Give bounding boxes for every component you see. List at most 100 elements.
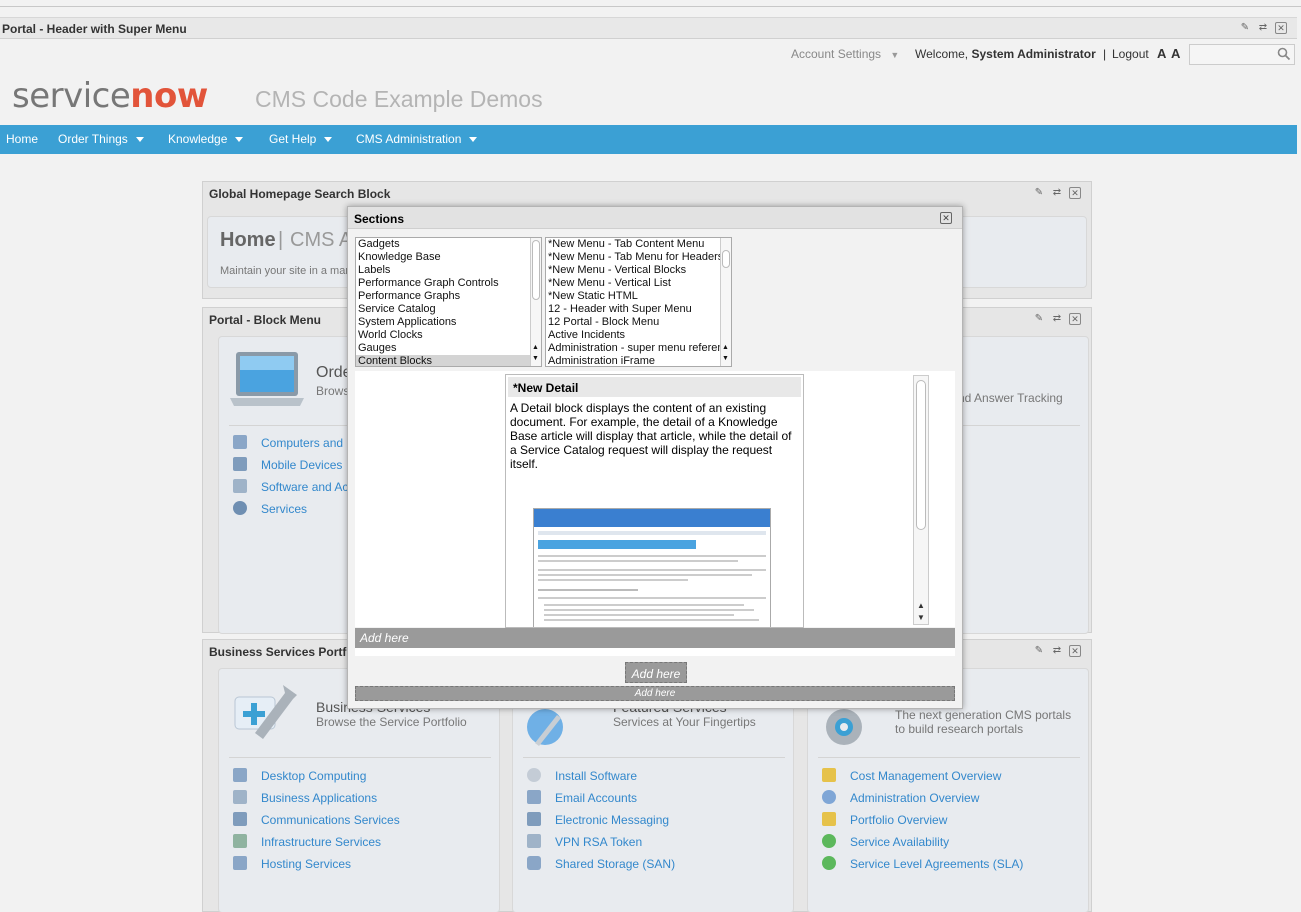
computer-icon bbox=[233, 435, 247, 449]
chevron-down-icon bbox=[324, 137, 333, 143]
chevron-down-icon bbox=[469, 137, 478, 143]
link-install-software[interactable]: Install Software bbox=[555, 769, 637, 783]
list-item[interactable]: 12 Portal - Block Menu bbox=[546, 316, 731, 329]
list-item[interactable]: Administration - super menu reference bbox=[546, 342, 731, 355]
list-item[interactable]: Knowledge Base bbox=[356, 251, 541, 264]
account-settings-menu[interactable]: Account Settings ▼ bbox=[791, 47, 899, 61]
add-here-button[interactable]: Add here bbox=[625, 662, 687, 683]
search-input[interactable] bbox=[1190, 45, 1278, 64]
scroll-down-icon[interactable]: ▼ bbox=[722, 352, 729, 365]
link-electronic-messaging[interactable]: Electronic Messaging bbox=[555, 813, 669, 827]
preview-line bbox=[538, 579, 688, 581]
preview-line bbox=[538, 574, 752, 576]
add-here-drop-zone[interactable]: Add here bbox=[355, 628, 955, 648]
link-communications-services[interactable]: Communications Services bbox=[261, 813, 400, 827]
list-item[interactable]: Gadgets bbox=[356, 238, 541, 251]
list-item[interactable]: *New Static HTML bbox=[546, 290, 731, 303]
edit-icon[interactable]: ✎ bbox=[1033, 187, 1045, 199]
edit-icon[interactable]: ✎ bbox=[1033, 645, 1045, 657]
link-email-accounts[interactable]: Email Accounts bbox=[555, 791, 637, 805]
preview-scrollbar[interactable]: ▲ ▼ bbox=[913, 375, 929, 625]
nav-get-help[interactable]: Get Help bbox=[269, 132, 333, 146]
scroll-thumb[interactable] bbox=[532, 240, 540, 300]
close-icon[interactable]: ✕ bbox=[940, 212, 952, 224]
preview-title-bar bbox=[538, 540, 696, 549]
link-cost-management[interactable]: Cost Management Overview bbox=[850, 769, 1001, 783]
list-item[interactable]: Performance Graph Controls bbox=[356, 277, 541, 290]
close-icon[interactable]: ✕ bbox=[1069, 187, 1081, 199]
close-icon[interactable]: ✕ bbox=[1275, 22, 1287, 34]
featured-sub: Services at Your Fingertips bbox=[613, 715, 756, 729]
nav-order-things[interactable]: Order Things bbox=[58, 132, 144, 146]
preview-line bbox=[538, 597, 766, 599]
scrollbar[interactable]: ▲ ▼ bbox=[530, 238, 541, 366]
logout-link[interactable]: Logout bbox=[1112, 47, 1149, 61]
list-item[interactable]: Active Incidents bbox=[546, 329, 731, 342]
link-hosting-services[interactable]: Hosting Services bbox=[261, 857, 351, 871]
nav-home[interactable]: Home bbox=[6, 132, 38, 146]
list-item[interactable]: *New Menu - Vertical List bbox=[546, 277, 731, 290]
link-service-level-agreements[interactable]: Service Level Agreements (SLA) bbox=[850, 857, 1023, 871]
refresh-icon[interactable]: ⇄ bbox=[1051, 187, 1063, 199]
link-services[interactable]: Services bbox=[261, 502, 307, 516]
dialog-title: Sections bbox=[354, 212, 405, 226]
edit-icon[interactable]: ✎ bbox=[1033, 313, 1045, 325]
link-desktop-computing[interactable]: Desktop Computing bbox=[261, 769, 366, 783]
preview-line bbox=[544, 619, 759, 621]
list-item[interactable]: *New Menu - Tab Content Menu bbox=[546, 238, 731, 251]
nav-cms-administration[interactable]: CMS Administration bbox=[356, 132, 478, 146]
servicenow-logo[interactable]: servicenow bbox=[12, 76, 208, 116]
font-size-toggle[interactable]: A A bbox=[1157, 46, 1181, 61]
link-administration-overview[interactable]: Administration Overview bbox=[850, 791, 979, 805]
list-item[interactable]: World Clocks bbox=[356, 329, 541, 342]
list-item[interactable]: System Applications bbox=[356, 316, 541, 329]
portal-header-title: Portal - Header with Super Menu bbox=[2, 22, 187, 36]
link-shared-storage[interactable]: Shared Storage (SAN) bbox=[555, 857, 675, 871]
list-item[interactable]: Service Catalog bbox=[356, 303, 541, 316]
scroll-thumb[interactable] bbox=[916, 380, 926, 530]
search-icon[interactable] bbox=[1277, 47, 1291, 61]
detail-preview-card[interactable]: *New Detail A Detail block displays the … bbox=[505, 374, 804, 628]
link-business-applications[interactable]: Business Applications bbox=[261, 791, 377, 805]
scrollbar[interactable]: ▲ ▼ bbox=[720, 238, 731, 366]
link-mobile[interactable]: Mobile Devices bbox=[261, 458, 342, 472]
refresh-icon[interactable]: ⇄ bbox=[1051, 313, 1063, 325]
chevron-down-icon bbox=[235, 137, 244, 143]
list-item[interactable]: Performance Graphs bbox=[356, 290, 541, 303]
scroll-up-icon[interactable]: ▲ bbox=[917, 601, 925, 610]
chart-icon bbox=[822, 768, 836, 782]
refresh-icon[interactable]: ⇄ bbox=[1051, 645, 1063, 657]
add-here-footer-zone[interactable]: Add here bbox=[355, 686, 955, 701]
close-icon[interactable]: ✕ bbox=[1069, 645, 1081, 657]
hosting-icon bbox=[233, 856, 247, 870]
link-computers[interactable]: Computers and bbox=[261, 436, 343, 450]
list-item-selected[interactable]: Content Blocks bbox=[356, 355, 541, 366]
list-item[interactable]: 12 - Header with Super Menu bbox=[546, 303, 731, 316]
list-item[interactable]: *New Menu - Vertical Blocks bbox=[546, 264, 731, 277]
link-infrastructure-services[interactable]: Infrastructure Services bbox=[261, 835, 381, 849]
edit-icon[interactable]: ✎ bbox=[1239, 22, 1251, 34]
list-item[interactable]: Gauges bbox=[356, 342, 541, 355]
scroll-down-icon[interactable]: ▼ bbox=[532, 352, 539, 365]
category-list[interactable]: Gadgets Knowledge Base Labels Performanc… bbox=[355, 237, 542, 367]
link-service-availability[interactable]: Service Availability bbox=[850, 835, 949, 849]
list-item[interactable]: Labels bbox=[356, 264, 541, 277]
preview-line bbox=[538, 531, 766, 535]
section-items-list[interactable]: *New Menu - Tab Content Menu *New Menu -… bbox=[545, 237, 732, 367]
divider bbox=[523, 757, 785, 758]
preview-line bbox=[538, 555, 766, 557]
scroll-thumb[interactable] bbox=[722, 250, 730, 268]
cms-sub-1: The next generation CMS portals bbox=[895, 708, 1072, 722]
list-item[interactable]: *New Menu - Tab Menu for Headers bbox=[546, 251, 731, 264]
link-software[interactable]: Software and Ac bbox=[261, 480, 348, 494]
software-icon bbox=[233, 479, 247, 493]
list-item[interactable]: Administration iFrame bbox=[546, 355, 731, 366]
close-icon[interactable]: ✕ bbox=[1069, 313, 1081, 325]
link-portfolio-overview[interactable]: Portfolio Overview bbox=[850, 813, 947, 827]
scroll-down-icon[interactable]: ▼ bbox=[917, 613, 925, 622]
preview-line bbox=[544, 614, 734, 616]
link-vpn-rsa-token[interactable]: VPN RSA Token bbox=[555, 835, 642, 849]
envelope-icon bbox=[822, 812, 836, 826]
refresh-icon[interactable]: ⇄ bbox=[1257, 22, 1269, 34]
nav-knowledge[interactable]: Knowledge bbox=[168, 132, 244, 146]
